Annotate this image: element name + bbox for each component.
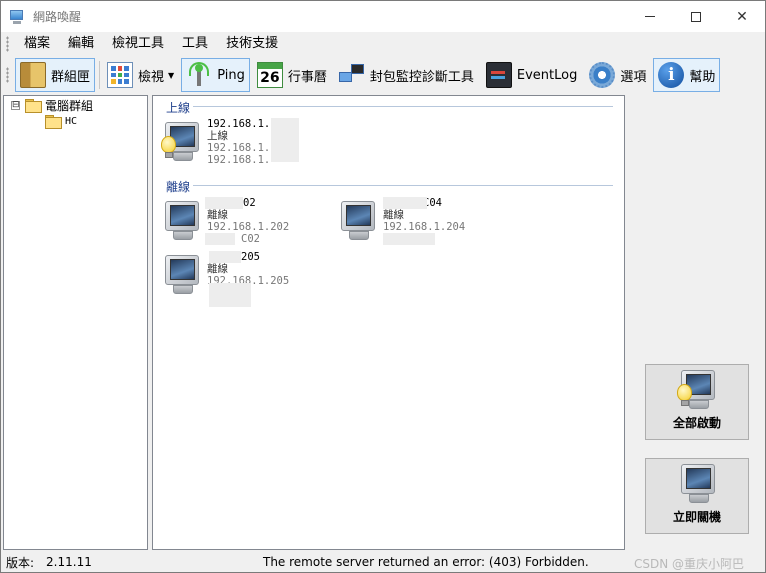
group-divider	[193, 185, 613, 186]
toolbar-grip-icon[interactable]	[6, 67, 9, 83]
minimize-button[interactable]	[627, 1, 673, 32]
gear-icon	[589, 62, 616, 88]
toolbar-separator	[99, 61, 101, 89]
menu-edit[interactable]: 編輯	[59, 33, 103, 55]
event-log-icon	[485, 62, 512, 88]
packet-monitor-button[interactable]: 封包監控診斷工具	[334, 58, 479, 92]
options-label: 選項	[620, 69, 647, 85]
wake-computer-icon	[677, 366, 717, 412]
eventlog-button[interactable]: EventLog	[481, 58, 582, 92]
redaction-mask	[205, 233, 235, 245]
offline-group-label: 離線	[166, 180, 191, 194]
close-icon: ✕	[736, 8, 748, 25]
computer-list[interactable]: 上線 192.168.1. 上線 192.168.1. 192.168.1. 離…	[152, 95, 625, 550]
online-group-label: 上線	[166, 101, 191, 115]
menu-grip-icon[interactable]	[6, 36, 9, 52]
help-button[interactable]: i 幫助	[653, 58, 721, 92]
group-header-offline: 離線	[166, 178, 190, 195]
packet-monitor-label: 封包監控診斷工具	[369, 69, 474, 85]
calendar-button[interactable]: 26 行事曆	[252, 58, 332, 92]
status-bar: 版本: 2.11.11 The remote server returned a…	[1, 552, 765, 572]
menu-view-tools[interactable]: 檢視工具	[103, 33, 173, 55]
minimize-icon	[645, 16, 655, 17]
shutdown-computer-icon	[677, 460, 717, 506]
help-label: 幫助	[689, 69, 716, 85]
folder-icon	[45, 115, 62, 129]
watermark-text: CSDN @重庆小阿巴	[634, 557, 745, 571]
computer-name: 192.168.1.	[207, 118, 271, 130]
group-box-button[interactable]: 群組匣	[15, 58, 96, 92]
menu-bar: 檔案 編輯 檢視工具 工具 技術支援	[1, 32, 765, 56]
computer-status: 離線	[383, 209, 404, 221]
folder-book-icon	[20, 62, 46, 88]
ping-label: Ping	[217, 67, 245, 83]
redaction-mask	[383, 197, 427, 209]
version-label: 版本:	[6, 555, 35, 570]
offline-computer-icon	[161, 251, 201, 297]
tree-node-hc[interactable]: HC	[45, 113, 77, 129]
window-title: 網路喚醒	[33, 10, 82, 24]
app-icon	[9, 9, 25, 25]
menu-support[interactable]: 技術支援	[217, 33, 287, 55]
computer-mac: 192.168.1.	[207, 154, 271, 166]
eventlog-label: EventLog	[516, 67, 578, 83]
computer-status: 離線	[207, 263, 228, 275]
title-bar: 網路喚醒 ✕	[1, 1, 765, 32]
dropdown-arrow-icon: ▼	[168, 70, 175, 80]
group-divider	[193, 106, 613, 107]
redaction-mask	[271, 118, 299, 162]
tree-node-root[interactable]: ⊟ 電腦群組	[11, 97, 93, 113]
options-button[interactable]: 選項	[584, 58, 651, 92]
offline-computer-icon	[337, 197, 377, 243]
group-box-label: 群組匣	[51, 69, 91, 85]
status-message: The remote server returned an error: (40…	[263, 555, 589, 569]
network-monitor-icon	[338, 62, 365, 88]
shutdown-label: 立即關機	[672, 510, 721, 524]
redaction-mask	[209, 251, 241, 263]
group-header-online: 上線	[166, 99, 190, 116]
redaction-mask	[383, 233, 435, 245]
wake-all-button[interactable]: 全部啟動	[645, 364, 749, 440]
computer-status: 上線	[207, 130, 228, 142]
view-dropdown-button[interactable]: 檢視 ▼	[102, 58, 179, 92]
computer-ip: 192.168.1.202	[207, 221, 290, 233]
view-label: 檢視	[138, 69, 165, 85]
maximize-button[interactable]	[673, 1, 719, 32]
grid-view-icon	[107, 62, 134, 88]
calendar-icon: 26	[256, 62, 283, 88]
online-computer-icon	[161, 118, 201, 164]
close-button[interactable]: ✕	[719, 1, 765, 32]
offline-computer-icon	[161, 197, 201, 243]
maximize-icon	[691, 11, 701, 22]
group-tree[interactable]: ⊟ 電腦群組 HC	[3, 95, 148, 550]
ping-button[interactable]: Ping	[181, 58, 250, 92]
computer-item-online-1[interactable]: 192.168.1. 上線 192.168.1. 192.168.1.	[161, 118, 270, 166]
folder-icon	[25, 99, 42, 113]
app-window: 網路喚醒 ✕ 檔案 編輯 檢視工具 工具 技術支援 群組匣 檢視 ▼ Ping …	[0, 0, 766, 573]
computer-ip: 192.168.1.	[207, 142, 271, 154]
antenna-icon	[186, 62, 212, 88]
toolbar: 群組匣 檢視 ▼ Ping 26 行事曆 封包監控診斷工具 EventLog 選…	[1, 56, 765, 94]
redaction-mask	[205, 197, 243, 209]
calendar-label: 行事曆	[287, 69, 327, 85]
redaction-mask	[209, 283, 251, 307]
menu-tools[interactable]: 工具	[173, 33, 217, 55]
computer-ip: 192.168.1.204	[383, 221, 466, 233]
shutdown-button[interactable]: 立即關機	[645, 458, 749, 534]
computer-info: 192.168.1. 上線 192.168.1. 192.168.1.	[207, 118, 270, 166]
collapse-toggle-icon[interactable]: ⊟	[11, 100, 20, 110]
version-value: 2.11.11	[46, 555, 92, 569]
computer-status: 離線	[207, 209, 228, 221]
tree-child-label: HC	[65, 115, 78, 127]
wake-all-label: 全部啟動	[672, 416, 721, 430]
tree-root-label: 電腦群組	[45, 98, 94, 113]
info-icon: i	[658, 62, 685, 88]
menu-file[interactable]: 檔案	[15, 33, 59, 55]
